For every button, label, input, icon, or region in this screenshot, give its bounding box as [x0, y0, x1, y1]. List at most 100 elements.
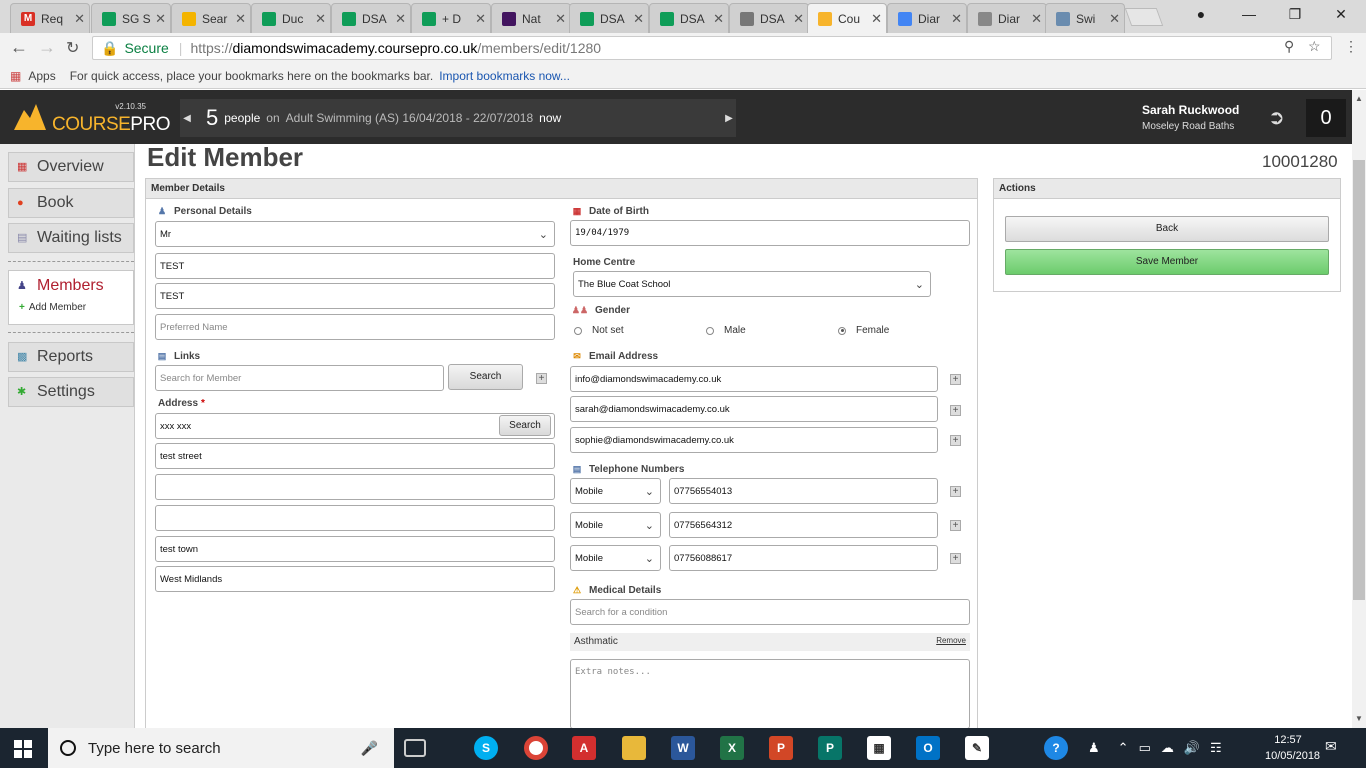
user-info[interactable]: Sarah Ruckwood Moseley Road Baths [1142, 103, 1239, 132]
close-tab-icon[interactable]: ✕ [1109, 11, 1120, 27]
outlook-icon[interactable]: O [916, 736, 940, 760]
save-member-button[interactable]: Save Member [1005, 249, 1329, 275]
remove-condition-link[interactable]: Remove [936, 636, 966, 645]
close-tab-icon[interactable]: ✕ [555, 11, 566, 27]
sticky-notes-icon[interactable]: ✎ [965, 736, 989, 760]
phone-type-select-3[interactable]: Mobile ⌄ [570, 545, 661, 571]
link-member-search-field[interactable]: Search for Member [155, 365, 444, 391]
dob-field[interactable]: 19/04/1979 [570, 220, 970, 246]
gender-radio-male[interactable]: Male [706, 325, 746, 336]
email-field-3[interactable]: sophie@diamondswimacademy.co.uk [570, 427, 938, 453]
county-field[interactable]: West Midlands [155, 566, 555, 592]
close-tab-icon[interactable]: ✕ [475, 11, 486, 27]
sidebar-item-overview[interactable]: ▦ Overview [8, 152, 134, 182]
skype-icon[interactable]: S [474, 736, 498, 760]
scroll-up-icon[interactable]: ▲ [1355, 94, 1363, 103]
email-field-1[interactable]: info@diamondswimacademy.co.uk [570, 366, 938, 392]
battery-icon[interactable]: ▭ [1139, 740, 1151, 756]
extra-notes-textarea[interactable]: Extra notes... [570, 659, 970, 729]
browser-tab[interactable]: + D ✕ [411, 3, 491, 33]
word-icon[interactable]: W [671, 736, 695, 760]
wifi-icon[interactable]: ☶ [1210, 740, 1222, 756]
add-phone-icon[interactable]: + [950, 553, 961, 564]
logout-icon[interactable]: ➲ [1268, 105, 1294, 129]
coursepro-logo[interactable]: v2.10.35 COURSEPRO [12, 98, 170, 138]
back-arrow-icon[interactable]: ← [10, 37, 28, 58]
postcode-search-button[interactable]: Search [499, 415, 551, 436]
close-tab-icon[interactable]: ✕ [74, 11, 85, 27]
browser-tab[interactable]: Diar ✕ [967, 3, 1047, 33]
browser-tab[interactable]: Cou ✕ [807, 3, 887, 33]
link-search-button[interactable]: Search [448, 364, 523, 390]
windows-start-icon[interactable] [14, 740, 32, 758]
preferred-name-field[interactable]: Preferred Name [155, 314, 555, 340]
session-selector[interactable]: ◀ 5 people on Adult Swimming (AS) 16/04/… [180, 99, 736, 137]
add-email-icon[interactable]: + [950, 374, 961, 385]
phone-number-field-1[interactable]: 07756554013 [669, 478, 938, 504]
onedrive-icon[interactable]: ☁ [1161, 740, 1174, 756]
browser-tab[interactable]: SG S ✕ [91, 3, 171, 33]
phone-type-select-2[interactable]: Mobile ⌄ [570, 512, 661, 538]
town-field[interactable]: test town [155, 536, 555, 562]
gender-radio-female[interactable]: Female [838, 325, 889, 336]
back-button[interactable]: Back [1005, 216, 1329, 242]
browser-tab[interactable]: DSA ✕ [729, 3, 809, 33]
postcode-field[interactable]: xxx xxx [155, 413, 555, 439]
action-center-icon[interactable]: ✉ [1325, 738, 1337, 755]
gender-radio-not-set[interactable]: Not set [574, 325, 624, 336]
maximize-button[interactable]: ❐ [1272, 0, 1318, 28]
browser-tab[interactable]: DSA ✕ [569, 3, 649, 33]
forward-arrow-icon[interactable]: → [38, 37, 56, 58]
first-name-field[interactable]: TEST [155, 253, 555, 279]
address-line2-field[interactable] [155, 474, 555, 500]
close-tab-icon[interactable]: ✕ [633, 11, 644, 27]
powerpoint-icon[interactable]: P [769, 736, 793, 760]
close-window-button[interactable]: ✕ [1318, 0, 1364, 28]
zoom-search-icon[interactable]: ⚲ [1284, 38, 1294, 55]
close-tab-icon[interactable]: ✕ [395, 11, 406, 27]
address-line1-field[interactable]: test street [155, 443, 555, 469]
browser-tab[interactable]: Swi ✕ [1045, 3, 1125, 33]
apps-label[interactable]: Apps [28, 69, 55, 83]
people-icon[interactable]: ♟ [1088, 740, 1100, 756]
sidebar-item-settings[interactable]: ✱ Settings [8, 377, 134, 407]
microphone-icon[interactable]: 🎤 [361, 740, 378, 757]
add-email-icon[interactable]: + [950, 405, 961, 416]
bookmark-star-icon[interactable]: ☆ [1308, 38, 1321, 55]
url-field[interactable]: 🔒 Secure | https:// diamondswimacademy.c… [92, 36, 1332, 60]
add-member-link[interactable]: + Add Member [19, 302, 86, 313]
phone-number-field-2[interactable]: 07756564312 [669, 512, 938, 538]
taskbar-search[interactable]: Type here to search 🎤 [48, 728, 394, 768]
radio-circle[interactable] [574, 326, 582, 335]
address-line3-field[interactable] [155, 505, 555, 531]
publisher-icon[interactable]: P [818, 736, 842, 760]
email-field-2[interactable]: sarah@diamondswimacademy.co.uk [570, 396, 938, 422]
browser-tab[interactable]: Nat ✕ [491, 3, 571, 33]
basket-counter[interactable]: 0 [1306, 99, 1346, 137]
minimize-button[interactable]: — [1226, 0, 1272, 28]
new-tab-button[interactable] [1124, 8, 1164, 26]
sidebar-item-waiting-lists[interactable]: ▤ Waiting lists [8, 223, 134, 253]
volume-icon[interactable]: 🔊 [1184, 740, 1200, 756]
excel-icon[interactable]: X [720, 736, 744, 760]
add-phone-icon[interactable]: + [950, 520, 961, 531]
acrobat-icon[interactable]: A [572, 736, 596, 760]
chrome-menu-icon[interactable]: ⋮ [1344, 38, 1358, 55]
close-tab-icon[interactable]: ✕ [315, 11, 326, 27]
browser-tab[interactable]: Diar ✕ [887, 3, 967, 33]
scroll-down-icon[interactable]: ▼ [1355, 714, 1363, 723]
title-select[interactable]: Mr ⌄ [155, 221, 555, 247]
phone-number-field-3[interactable]: 07756088617 [669, 545, 938, 571]
browser-tab[interactable]: Sear ✕ [171, 3, 251, 33]
scroll-thumb[interactable] [1353, 160, 1365, 600]
session-next-icon[interactable]: ▶ [722, 113, 736, 124]
close-tab-icon[interactable]: ✕ [951, 11, 962, 27]
close-tab-icon[interactable]: ✕ [155, 11, 166, 27]
sidebar-item-book[interactable]: ● Book [8, 188, 134, 218]
medical-condition-search[interactable]: Search for a condition [570, 599, 970, 625]
reload-icon[interactable]: ↻ [66, 38, 79, 58]
close-tab-icon[interactable]: ✕ [1031, 11, 1042, 27]
calculator-icon[interactable]: ▦ [867, 736, 891, 760]
sidebar-item-reports[interactable]: ▩ Reports [8, 342, 134, 372]
tray-chevron-up-icon[interactable]: ⌃ [1118, 740, 1129, 756]
